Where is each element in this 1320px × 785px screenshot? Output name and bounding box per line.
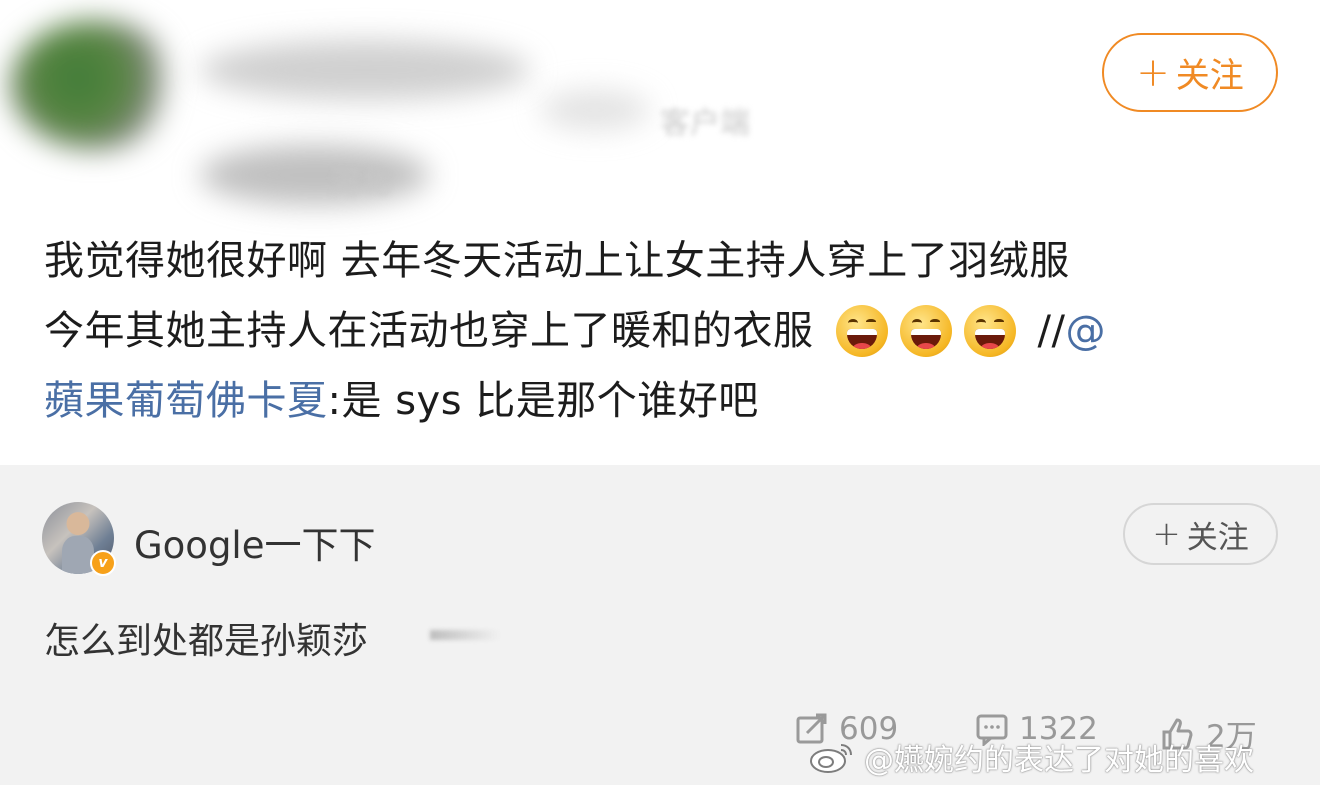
post-body: 我觉得她很好啊 去年冬天活动上让女主持人穿上了羽绒服 今年其她主持人在活动也穿上… — [44, 226, 1284, 436]
laughing-emoji-icon — [899, 305, 952, 357]
comment-card: v Google一下下 + 关注 怎么到处都是孙颖莎 609 1322 2万 @… — [0, 465, 1320, 785]
blurred-time — [540, 90, 650, 130]
comment-text: 怎么到处都是孙颖莎 — [44, 621, 369, 662]
follow-button[interactable]: + 关注 — [1102, 33, 1278, 112]
follow-button-label: 关注 — [1175, 56, 1244, 96]
post-line-3: 蘋果葡萄佛卡夏 :是 sys 比是那个谁好吧 — [44, 366, 1284, 436]
post-line-3-text: :是 sys 比是那个谁好吧 — [327, 378, 759, 424]
blurred-username — [200, 40, 530, 100]
plus-icon: + — [1136, 49, 1170, 96]
laughing-emoji-icon — [963, 305, 1016, 357]
watermark: @嬿婉约的表达了对她的喜欢 — [808, 735, 1254, 779]
watermark-text: @嬿婉约的表达了对她的喜欢 — [864, 743, 1254, 778]
weibo-post: 客户端 河北 + 关注 我觉得她很好啊 去年冬天活动上让女主持人穿上了羽绒服 今… — [0, 0, 1320, 465]
comment-author-name[interactable]: Google一下下 — [134, 515, 375, 569]
repost-separator: // — [1037, 308, 1066, 354]
post-line-2: 今年其她主持人在活动也穿上了暖和的衣服 // @ — [44, 296, 1284, 366]
mention-at-sign[interactable]: @ — [1065, 296, 1106, 366]
post-line-1: 我觉得她很好啊 去年冬天活动上让女主持人穿上了羽绒服 — [44, 226, 1284, 296]
blurred-meta — [200, 145, 430, 205]
plus-icon: + — [1152, 514, 1181, 554]
post-line-1-text: 我觉得她很好啊 去年冬天活动上让女主持人穿上了羽绒服 — [44, 238, 1070, 284]
blur-smear — [430, 630, 500, 640]
comment-follow-button[interactable]: + 关注 — [1123, 503, 1278, 565]
comment-follow-label: 关注 — [1186, 519, 1249, 556]
blurred-region-text: 河北 — [330, 166, 390, 201]
blurred-client-text: 客户端 — [660, 106, 750, 141]
mention-link[interactable]: 蘋果葡萄佛卡夏 — [44, 366, 328, 436]
weibo-logo-icon — [810, 744, 852, 773]
laughing-emoji-icon — [835, 305, 888, 357]
post-line-2-text: 今年其她主持人在活动也穿上了暖和的衣服 — [44, 308, 814, 354]
blurred-avatar — [10, 20, 180, 150]
verified-badge-icon: v — [90, 550, 116, 576]
